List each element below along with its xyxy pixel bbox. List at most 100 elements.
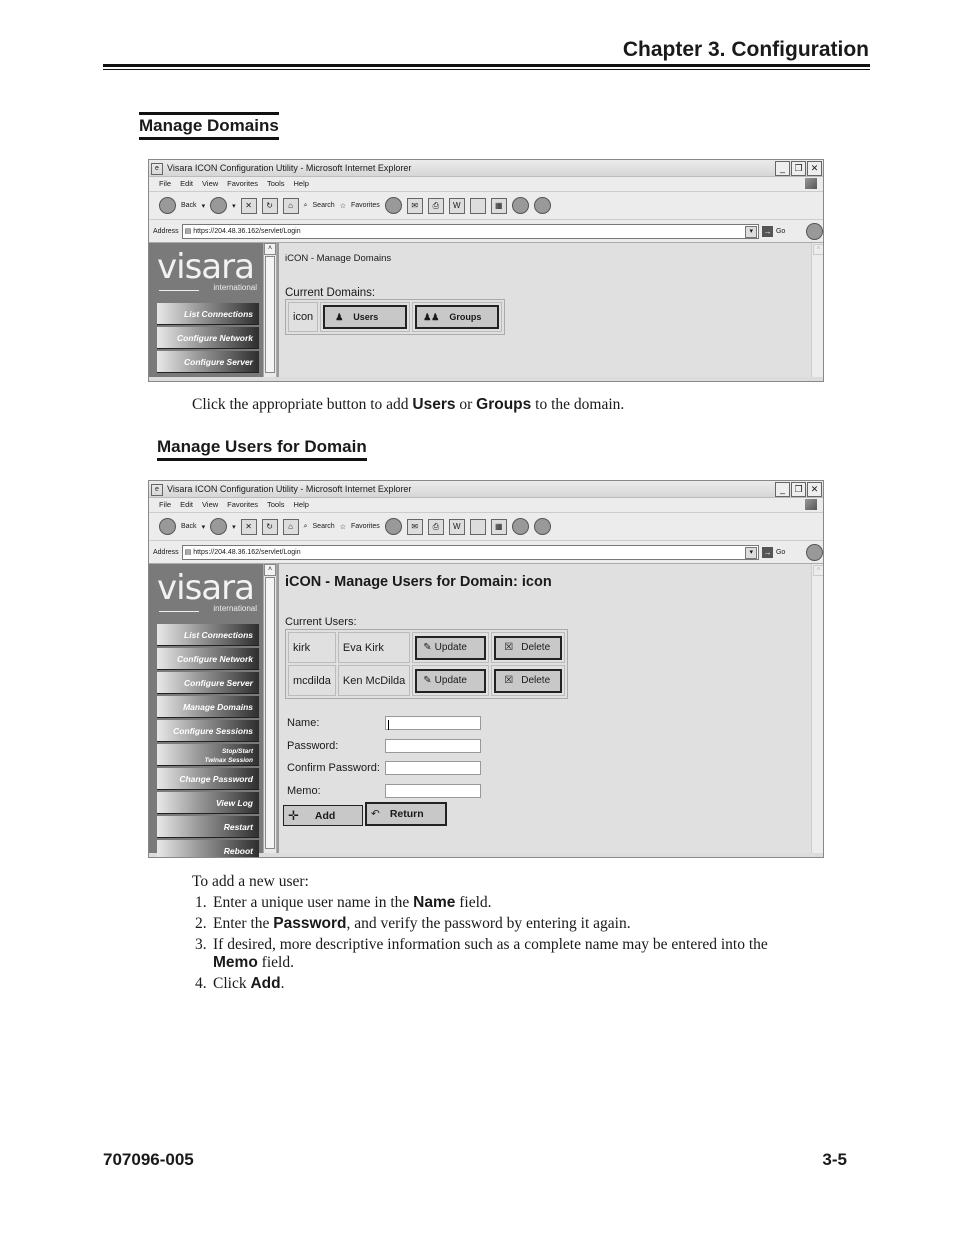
mail-icon[interactable]: ✉: [406, 197, 423, 214]
menu-help[interactable]: Help: [294, 179, 309, 188]
edit-icon[interactable]: W: [448, 518, 465, 535]
discuss-icon[interactable]: [469, 197, 486, 214]
sidebar-scrollbar[interactable]: ˄: [263, 243, 277, 377]
address-dropdown-icon[interactable]: ▾: [745, 546, 758, 559]
stop-icon[interactable]: ✕: [240, 518, 257, 535]
favorites-button[interactable]: Favorites: [351, 523, 380, 530]
favorites-icon[interactable]: ☆: [340, 523, 346, 531]
address-input[interactable]: ▤ https://204.48.36.162/servlet/Login ▾: [181, 223, 760, 239]
search-icon[interactable]: ⌕: [304, 202, 308, 210]
nav-stop-start-twinax[interactable]: Stop/Start Twinax Session: [157, 744, 259, 766]
add-button[interactable]: ✛ Add: [283, 805, 363, 826]
print-icon[interactable]: ⎙: [427, 518, 444, 535]
update-button[interactable]: ✎ Update: [415, 635, 487, 660]
menu-file[interactable]: File: [159, 500, 171, 509]
delete-button[interactable]: ☒ Delete: [494, 635, 563, 660]
favorites-icon[interactable]: ☆: [340, 202, 346, 210]
address-dropdown-icon[interactable]: ▾: [745, 225, 758, 238]
menu-edit[interactable]: Edit: [180, 500, 193, 509]
history-icon[interactable]: [384, 197, 402, 214]
menu-tools[interactable]: Tools: [267, 500, 285, 509]
refresh-icon[interactable]: ↻: [261, 197, 278, 214]
edit-icon[interactable]: W: [448, 197, 465, 214]
memo-input[interactable]: [385, 784, 481, 798]
password-input[interactable]: [385, 739, 481, 753]
links-icon[interactable]: [806, 222, 823, 240]
menu-view[interactable]: View: [202, 500, 218, 509]
scroll-up-icon[interactable]: ˄: [813, 565, 823, 576]
favorites-button[interactable]: Favorites: [351, 202, 380, 209]
back-icon[interactable]: [159, 518, 176, 535]
history-icon[interactable]: [384, 518, 402, 535]
nav-manage-domains[interactable]: Manage Domains: [157, 696, 259, 718]
scroll-thumb[interactable]: [265, 256, 275, 373]
chat-icon[interactable]: [533, 197, 551, 214]
nav-configure-network[interactable]: Configure Network: [157, 327, 259, 349]
close-button[interactable]: ✕: [807, 482, 822, 497]
go-arrow-icon[interactable]: →: [762, 546, 773, 558]
discuss-icon[interactable]: [469, 518, 486, 535]
return-button[interactable]: ↶ Return: [365, 802, 447, 826]
scroll-up-icon[interactable]: ˄: [813, 244, 823, 255]
nav-configure-server[interactable]: Configure Server: [157, 351, 259, 373]
page-scrollbar[interactable]: ˄: [811, 243, 823, 377]
nav-list-connections[interactable]: List Connections: [157, 624, 259, 646]
nav-reboot[interactable]: Reboot: [157, 840, 259, 857]
menu-help[interactable]: Help: [294, 500, 309, 509]
nav-view-log[interactable]: View Log: [157, 792, 259, 814]
go-button[interactable]: Go: [776, 549, 785, 556]
scroll-up-icon[interactable]: ˄: [264, 243, 276, 255]
stop-icon[interactable]: ✕: [240, 197, 257, 214]
search-icon[interactable]: ⌕: [304, 523, 308, 531]
menu-edit[interactable]: Edit: [180, 179, 193, 188]
page-scrollbar[interactable]: ˄: [811, 564, 823, 853]
nav-list-connections[interactable]: List Connections: [157, 303, 259, 325]
back-icon[interactable]: [159, 197, 176, 214]
address-input[interactable]: ▤ https://204.48.36.162/servlet/Login ▾: [181, 544, 760, 560]
close-button[interactable]: ✕: [807, 161, 822, 176]
go-arrow-icon[interactable]: →: [762, 225, 773, 237]
update-button[interactable]: ✎ Update: [415, 668, 487, 693]
minimize-button[interactable]: _: [775, 161, 790, 176]
messenger-icon[interactable]: [511, 197, 529, 214]
menu-favorites[interactable]: Favorites: [227, 500, 258, 509]
print-icon[interactable]: ⎙: [427, 197, 444, 214]
nav-configure-server[interactable]: Configure Server: [157, 672, 259, 694]
forward-icon[interactable]: [210, 197, 228, 214]
users-button[interactable]: ♟ Users: [323, 305, 408, 329]
nav-configure-network[interactable]: Configure Network: [157, 648, 259, 670]
nav-configure-sessions[interactable]: Configure Sessions: [157, 720, 259, 742]
delete-button[interactable]: ☒ Delete: [494, 668, 563, 693]
confirm-password-input[interactable]: [385, 761, 481, 775]
forward-icon[interactable]: [210, 518, 228, 535]
menu-file[interactable]: File: [159, 179, 171, 188]
research-icon[interactable]: ▦: [490, 518, 507, 535]
menu-favorites[interactable]: Favorites: [227, 179, 258, 188]
scroll-thumb[interactable]: [265, 577, 275, 849]
search-button[interactable]: Search: [313, 202, 335, 209]
sidebar-scrollbar[interactable]: ˄: [263, 564, 277, 853]
groups-button[interactable]: ♟♟ Groups: [415, 305, 500, 329]
home-icon[interactable]: ⌂: [282, 197, 299, 214]
back-button[interactable]: Back: [181, 523, 197, 530]
restore-button[interactable]: ❐: [791, 161, 806, 176]
back-button[interactable]: Back: [181, 202, 197, 209]
go-button[interactable]: Go: [776, 228, 785, 235]
nav-change-password[interactable]: Change Password: [157, 768, 259, 790]
links-icon[interactable]: [806, 543, 823, 561]
refresh-icon[interactable]: ↻: [261, 518, 278, 535]
home-icon[interactable]: ⌂: [282, 518, 299, 535]
mail-icon[interactable]: ✉: [406, 518, 423, 535]
scroll-up-icon[interactable]: ˄: [264, 564, 276, 576]
menu-view[interactable]: View: [202, 179, 218, 188]
search-button[interactable]: Search: [313, 523, 335, 530]
research-icon[interactable]: ▦: [490, 197, 507, 214]
chat-icon[interactable]: [533, 518, 551, 535]
messenger-icon[interactable]: [511, 518, 529, 535]
minimize-button[interactable]: _: [775, 482, 790, 497]
name-input[interactable]: [385, 716, 481, 730]
nav-restart[interactable]: Restart: [157, 816, 259, 838]
menu-tools[interactable]: Tools: [267, 179, 285, 188]
page-viewport: visara international List Connections Con…: [149, 564, 823, 857]
restore-button[interactable]: ❐: [791, 482, 806, 497]
